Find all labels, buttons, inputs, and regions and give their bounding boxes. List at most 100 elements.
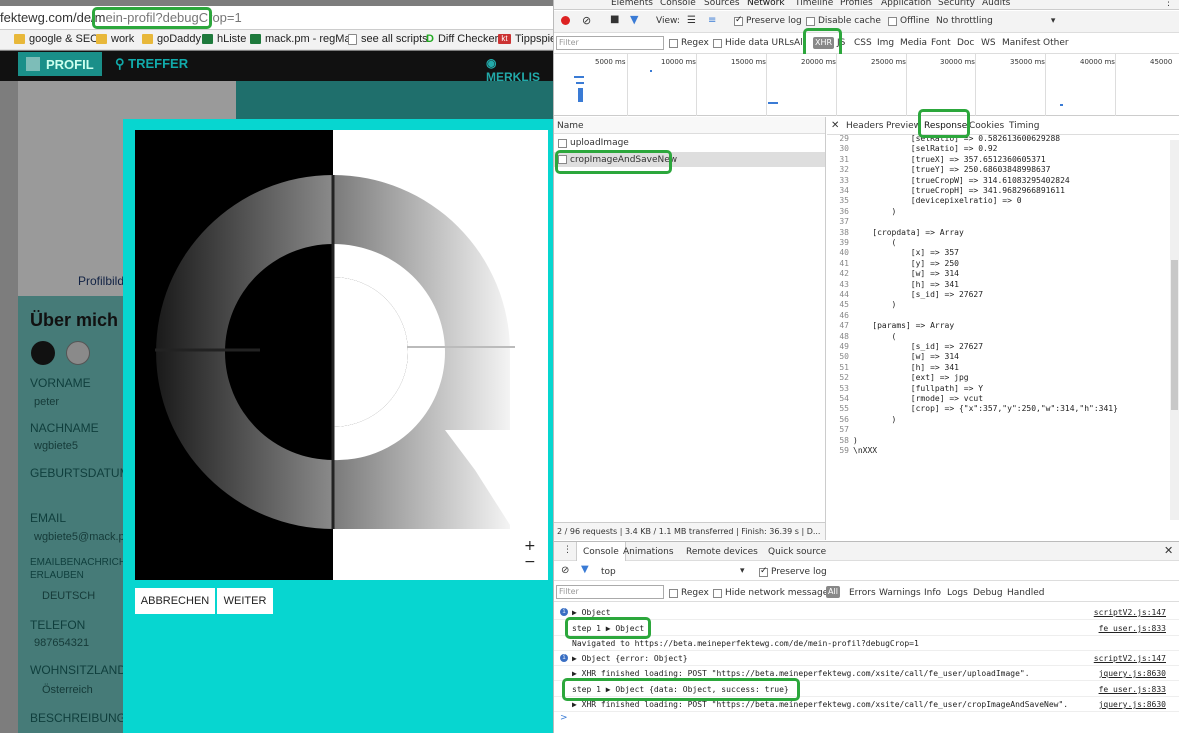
level-info[interactable]: Info — [924, 588, 941, 598]
tab-cookies[interactable]: Cookies — [969, 121, 1004, 131]
avatar-male[interactable] — [31, 341, 55, 365]
tab-profiles[interactable]: Profiles — [840, 0, 873, 8]
timeline-label: 30000 ms — [940, 58, 975, 66]
tab-audits[interactable]: Audits — [982, 0, 1010, 8]
level-errors[interactable]: Errors — [849, 588, 876, 598]
request-row[interactable]: uploadImage — [558, 138, 629, 148]
console-source-link[interactable]: scriptV2.js:147 — [1094, 608, 1166, 617]
waterfall-view-icon[interactable]: ≡ — [708, 15, 716, 26]
name-column-header[interactable]: Name — [554, 117, 825, 134]
drawer-tab-console[interactable]: Console — [576, 542, 626, 561]
drawer-tab-quick-source[interactable]: Quick source — [768, 547, 826, 557]
tab-headers[interactable]: Headers — [846, 121, 883, 131]
console-filter-input[interactable]: Filter — [556, 585, 664, 599]
bookmark-tippspiel[interactable]: kt Tippspiel — [498, 33, 553, 45]
type-ws[interactable]: WS — [981, 38, 996, 48]
tab-timing[interactable]: Timing — [1009, 121, 1039, 131]
tab-console[interactable]: Console — [660, 0, 696, 8]
network-filter-input[interactable]: Filter — [556, 36, 664, 50]
nav-merkliste[interactable]: ◉ MERKLIS — [486, 56, 553, 84]
regex-toggle[interactable]: Regex — [669, 38, 709, 48]
field-value-language[interactable]: DEUTSCH — [42, 590, 95, 602]
hide-network-toggle[interactable]: Hide network messages — [713, 588, 833, 598]
drawer-tab-remote-devices[interactable]: Remote devices — [686, 547, 758, 557]
bookmark-scripts[interactable]: see all scripts — [348, 33, 428, 45]
profilbild-label[interactable]: Profilbild — [78, 274, 124, 288]
tab-timeline[interactable]: Timeline — [795, 0, 833, 8]
bookmark-hliste[interactable]: hListe — [202, 33, 246, 45]
nav-profil[interactable]: PROFIL — [18, 52, 102, 76]
hide-data-urls-toggle[interactable]: Hide data URLs — [713, 38, 794, 48]
nav-treffer[interactable]: ⚲ TREFFER — [115, 56, 188, 72]
tab-sources[interactable]: Sources — [704, 0, 740, 8]
chevron-down-icon[interactable]: ▾ — [740, 566, 745, 576]
cancel-button[interactable]: ABBRECHEN — [135, 588, 215, 614]
disable-cache-toggle[interactable]: Disable cache — [806, 16, 881, 26]
avatar-female[interactable] — [66, 341, 90, 365]
devtools-panel: Elements Console Sources Network Timelin… — [553, 0, 1179, 733]
bookmark-diff[interactable]: D Diff Checker — [426, 33, 498, 45]
more-icon[interactable]: ⋮ — [1164, 0, 1173, 8]
console-line[interactable]: i ▶ Object {error: Object} scriptV2.js:147 — [554, 651, 1179, 666]
field-label-emailbenachrichtigung: EMAILBENACHRICHTIGUNGEN ERLAUBEN — [30, 557, 179, 581]
preserve-log-toggle[interactable]: Preserve log — [734, 15, 802, 26]
tab-network[interactable]: Network — [747, 0, 785, 8]
offline-toggle[interactable]: Offline — [888, 16, 930, 26]
tab-application[interactable]: Application — [881, 0, 931, 8]
clear-console-icon[interactable]: ⊘ — [561, 565, 569, 576]
clear-icon[interactable]: ⊘ — [582, 14, 591, 27]
nav-treffer-label: TREFFER — [128, 56, 189, 71]
file-icon — [558, 138, 567, 148]
type-media[interactable]: Media — [900, 38, 927, 48]
level-all[interactable]: All — [826, 586, 840, 598]
console-source-link[interactable]: scriptV2.js:147 — [1094, 654, 1166, 663]
console-source-link[interactable]: jquery.js:8630 — [1099, 700, 1166, 709]
record-button[interactable] — [561, 16, 570, 25]
type-font[interactable]: Font — [931, 38, 951, 48]
next-button[interactable]: WEITER — [217, 588, 273, 614]
console-regex-toggle[interactable]: Regex — [669, 588, 709, 598]
field-value-vorname[interactable]: peter — [34, 396, 59, 408]
tab-security[interactable]: Security — [938, 0, 975, 8]
console-source-link[interactable]: jquery.js:8630 — [1099, 669, 1166, 678]
line-number: 58 — [839, 435, 849, 445]
bookmark-work[interactable]: work — [96, 33, 134, 45]
field-value-email[interactable]: wgbiete5@mack.pm — [34, 531, 134, 543]
type-other[interactable]: Other — [1043, 38, 1069, 48]
scrollbar-thumb[interactable] — [1171, 260, 1178, 410]
bookmark-mack[interactable]: mack.pm - regMai — [250, 33, 353, 45]
crop-canvas[interactable] — [135, 130, 548, 580]
close-icon[interactable]: ✕ — [831, 120, 839, 131]
level-handled[interactable]: Handled — [1007, 588, 1044, 598]
tab-preview[interactable]: Preview — [886, 121, 921, 131]
close-drawer-icon[interactable]: ✕ — [1164, 544, 1173, 557]
filter-icon[interactable]: ▼ — [630, 13, 638, 26]
address-bar[interactable]: fektewg.com/de/mein-profil?debugCrop=1 — [0, 6, 553, 30]
drawer-tab-animations[interactable]: Animations — [623, 547, 674, 557]
menu-icon[interactable]: ⋮ — [563, 545, 572, 555]
level-logs[interactable]: Logs — [947, 588, 968, 598]
console-source-link[interactable]: fe_user.js:833 — [1099, 685, 1166, 694]
zoom-out-button[interactable]: − — [524, 554, 536, 570]
level-debug[interactable]: Debug — [973, 588, 1003, 598]
field-value-telefon[interactable]: 987654321 — [34, 637, 89, 649]
filter-icon[interactable]: ▼ — [581, 564, 589, 575]
type-img[interactable]: Img — [877, 38, 894, 48]
type-css[interactable]: CSS — [854, 38, 872, 48]
tab-elements[interactable]: Elements — [611, 0, 653, 8]
list-view-icon[interactable]: ☰ — [687, 15, 696, 26]
level-warnings[interactable]: Warnings — [879, 588, 921, 598]
zoom-in-button[interactable]: + — [524, 538, 536, 554]
throttling-select[interactable]: No throttling ▾ — [936, 16, 1055, 26]
console-prompt[interactable]: > — [560, 713, 568, 723]
bookmark-google-seo[interactable]: google & SEO — [14, 33, 99, 45]
console-source-link[interactable]: fe_user.js:833 — [1099, 624, 1166, 633]
context-select[interactable]: top — [601, 567, 616, 577]
type-manifest[interactable]: Manifest — [1002, 38, 1040, 48]
field-value-wohnsitzland[interactable]: Österreich — [42, 684, 93, 696]
bookmark-godaddy[interactable]: goDaddy — [142, 33, 201, 45]
console-preserve-log-toggle[interactable]: Preserve log — [759, 566, 827, 577]
type-doc[interactable]: Doc — [957, 38, 974, 48]
camera-icon[interactable]: ■ — [610, 14, 619, 25]
field-value-nachname[interactable]: wgbiete5 — [34, 440, 78, 452]
